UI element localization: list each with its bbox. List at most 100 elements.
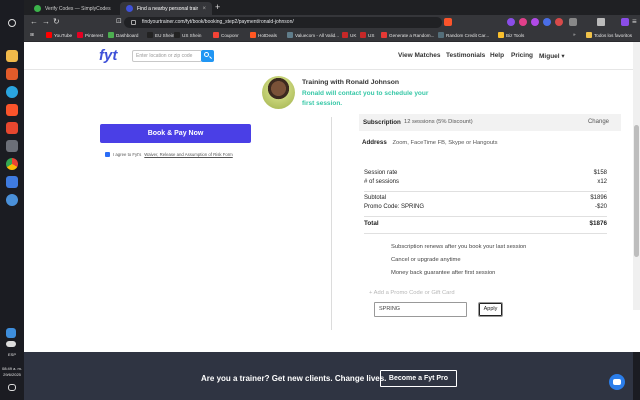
subtotal-value: $1896 [590,195,607,201]
search-button[interactable] [201,50,214,62]
user-menu[interactable]: Miguel ▾ [539,52,565,60]
tray-icon[interactable] [6,328,16,338]
bookmark-label: YouTube [54,32,73,38]
clock-date[interactable]: 29/6/2025 [0,372,24,377]
bookmark-favicon-icon [287,32,293,38]
promo-code-input[interactable]: SPRING [374,302,467,317]
bookmark-item[interactable]: HotDeals [250,32,277,38]
chrome-icon[interactable] [6,158,18,170]
os-taskbar: ESP 08:49 a. m. 29/6/2025 [0,0,24,400]
nav-pricing[interactable]: Pricing [511,52,533,59]
clock-time[interactable]: 08:49 a. m. [0,366,24,371]
add-promo-link[interactable]: + Add a Promo Code or Gift Card [369,290,455,296]
app-icon[interactable] [6,122,18,134]
extension-icon[interactable] [507,18,515,26]
bookmark-favicon-icon [342,32,348,38]
browser-tab-active[interactable]: Find a nearby personal trainer or... × [120,2,212,15]
book-pay-now-button[interactable]: Book & Pay Now [100,124,251,143]
nav-view-matches[interactable]: View Matches [398,52,441,59]
apply-promo-button[interactable]: Apply [478,302,503,317]
trainer-banner: Training with Ronald Johnson Ronald will… [262,74,442,114]
back-icon[interactable]: ← [30,17,38,26]
extensions-puzzle-icon[interactable] [569,18,577,26]
bookmark-item[interactable]: Random Credit Car... [438,32,489,38]
site-info-icon[interactable] [131,20,136,25]
extension-icon[interactable] [531,18,539,26]
fyt-logo[interactable]: fyt [99,47,117,64]
nav-testimonials[interactable]: Testimonials [446,52,485,59]
bookmark-favicon-icon [498,32,504,38]
extension-icon[interactable] [555,18,563,26]
apps-icon[interactable]: ⊞ [30,32,34,38]
close-tab-icon[interactable]: × [202,6,206,12]
bookmark-icon[interactable]: ⊡ [116,17,122,25]
nav-help[interactable]: Help [490,52,504,59]
language-indicator[interactable]: ESP [0,352,24,357]
notification-icon[interactable] [8,384,16,391]
bookmark-item[interactable]: Biz Tools [498,32,524,38]
page-scrollbar[interactable] [633,42,640,310]
total-label: Total [364,220,379,227]
menu-icon[interactable]: ≡ [632,17,637,26]
bookmark-favicon-icon [108,32,114,38]
forward-icon[interactable]: → [42,17,50,26]
bookmark-item[interactable]: Couponr [213,32,239,38]
bookmarks-more-button[interactable]: » [573,32,576,37]
extension-icon[interactable] [543,18,551,26]
files-icon[interactable] [6,50,18,62]
browser-tab[interactable]: Verify Codes — SimplyCodes [28,2,120,15]
subscription-label: Subscription [363,119,401,126]
bookmark-item[interactable]: UK [342,32,356,38]
brave-icon[interactable] [6,104,18,116]
bookmark-label: Valuecom - All Valid... [295,32,339,38]
session-rate-value: $158 [593,170,607,176]
reload-icon[interactable]: ↻ [53,17,60,26]
waiver-agreement: I agree to Fyt's Waiver, Release and Ass… [105,152,233,157]
app-icon[interactable] [6,176,18,188]
app-icon[interactable] [6,194,18,206]
bookmark-label: US [368,32,375,38]
chat-icon[interactable] [609,374,625,390]
bookmark-item[interactable]: Valuecom - All Valid... [287,32,339,38]
browser-icon[interactable] [6,86,18,98]
bookmark-item[interactable]: Pinterest [77,32,103,38]
waiver-checkbox[interactable] [105,152,110,157]
all-bookmarks[interactable]: Todos los favoritos [586,32,632,38]
perk-item: Money back guarantee after first session [391,270,496,276]
bookmark-item[interactable]: US [360,32,374,38]
search-icon[interactable] [8,19,16,27]
bookmark-item[interactable]: Generate a Random... [381,32,434,38]
app-icon[interactable] [6,68,18,80]
brave-shield-icon[interactable] [444,18,452,26]
page: fyt Enter location or zip code View Matc… [24,42,640,400]
location-search-input[interactable]: Enter location or zip code [132,50,202,62]
sessions-count-value: x12 [597,179,607,185]
agree-prefix: I agree to Fyt's [113,152,142,157]
wallet-icon[interactable] [621,18,629,26]
bookmark-favicon-icon [174,32,180,38]
scrollbar-thumb[interactable] [634,125,639,257]
bookmark-label: EU Shein [155,32,175,38]
change-subscription-link[interactable]: Change [588,119,609,125]
become-fyt-pro-button[interactable]: Become a Fyt Pro [380,370,457,387]
new-tab-button[interactable]: + [215,2,220,12]
bookmark-item[interactable]: YouTube [46,32,72,38]
address-bar[interactable]: findyourtrainer.com/fyt/book/booking_ste… [124,17,442,28]
app-icon[interactable] [6,140,18,152]
network-icon[interactable] [6,341,16,347]
bookmark-item[interactable]: EU Shein [147,32,174,38]
subtotal-row: Subtotal $1896 [364,195,607,204]
waiver-link[interactable]: Waiver, Release and Assumption of Risk F… [144,152,232,157]
bookmark-favicon-icon [46,32,52,38]
bookmark-label: Generate a Random... [389,32,435,38]
bookmark-item[interactable]: US Shein [174,32,201,38]
tab-label: Find a nearby personal trainer or... [137,5,199,12]
trainer-footer-banner: Are you a trainer? Get new clients. Chan… [24,352,633,400]
bookmark-item[interactable]: Dashboard [108,32,138,38]
bookmark-favicon-icon [360,32,366,38]
url-text: findyourtrainer.com/fyt/book/booking_ste… [142,19,294,25]
extension-icon[interactable] [519,18,527,26]
sidebar-icon[interactable] [597,18,605,26]
bookmark-label: UK [350,32,357,38]
sessions-count-row: # of sessions x12 [364,179,607,188]
